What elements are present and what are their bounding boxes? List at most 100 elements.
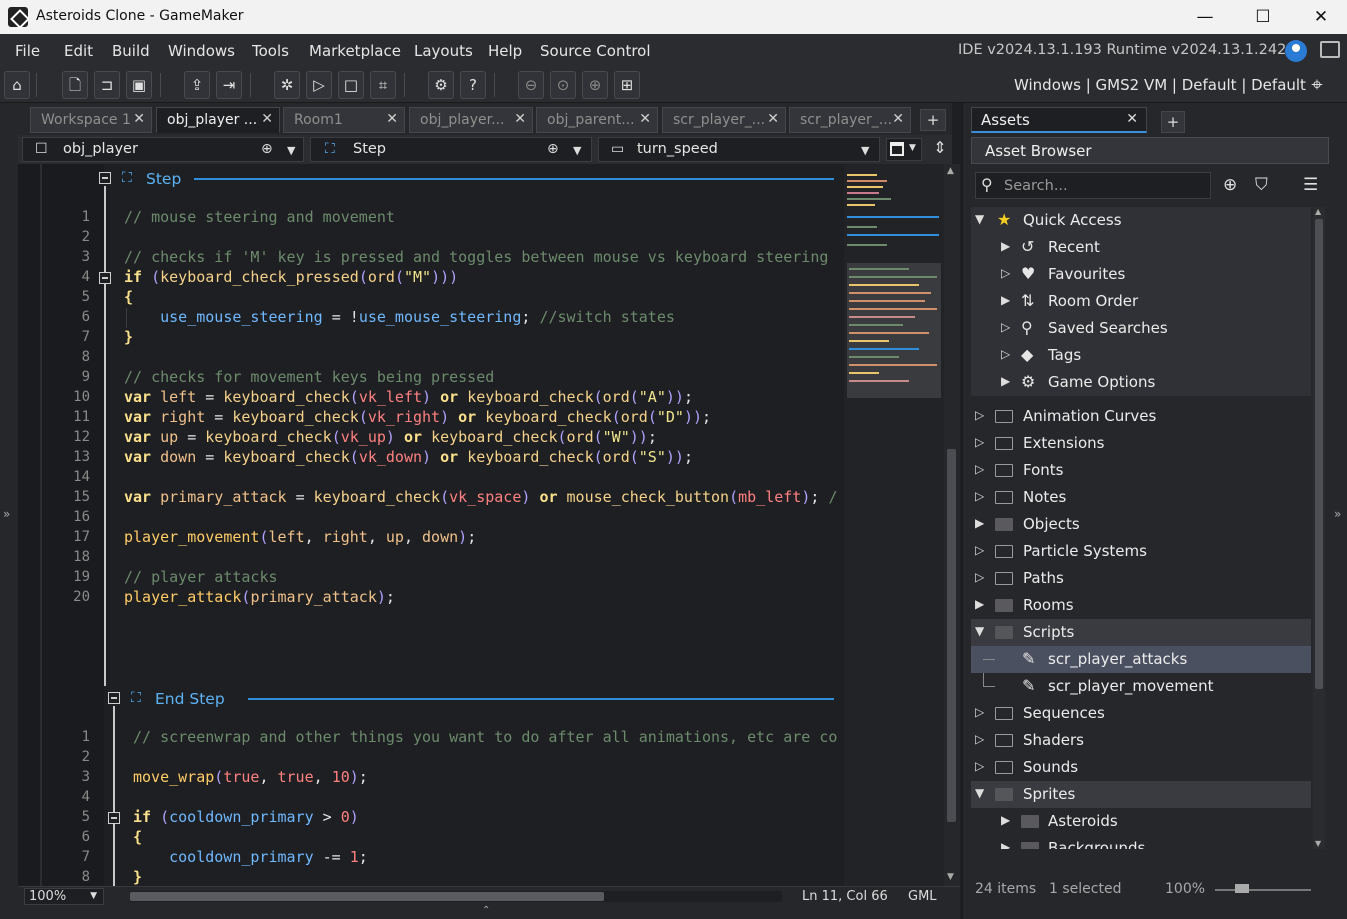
chevron-right-icon[interactable]: ▶ bbox=[1001, 813, 1010, 827]
tab-room1[interactable]: Room1 ✕ bbox=[283, 107, 405, 133]
menu-source-control[interactable]: Source Control bbox=[540, 42, 651, 60]
add-tab-button[interactable]: + bbox=[920, 109, 946, 131]
tab-workspace[interactable]: Workspace 1 ✕ bbox=[30, 107, 152, 133]
zoom-out-icon[interactable]: ⊖ bbox=[518, 71, 544, 99]
object-selector[interactable]: ☐ obj_player ⊕ ▼ bbox=[22, 137, 304, 162]
tree-item-favourites[interactable]: ▷ ♥ Favourites bbox=[971, 261, 1311, 288]
menu-windows[interactable]: Windows bbox=[168, 42, 235, 60]
menu-marketplace[interactable]: Marketplace bbox=[309, 42, 401, 60]
new-file-icon[interactable]: 🗋 bbox=[62, 71, 88, 99]
tree-item-shaders[interactable]: ▷ Shaders bbox=[971, 727, 1311, 754]
code-editor[interactable]: ⛶ Step 1 2 3 4 5 6 7 8 9 10 11 12 13 14 … bbox=[18, 164, 844, 886]
zoom-in-icon[interactable]: ⊕ bbox=[582, 71, 608, 99]
zoom-dropdown[interactable]: 100% ▼ bbox=[24, 888, 104, 905]
fold-toggle-icon[interactable] bbox=[99, 172, 111, 184]
close-icon[interactable]: ✕ bbox=[892, 111, 904, 127]
tree-item-quick-access[interactable]: ▼ ★ Quick Access bbox=[971, 207, 1311, 234]
filter-icon[interactable]: ⛉ bbox=[1255, 175, 1268, 195]
chevron-right-icon[interactable]: ▶ bbox=[1001, 239, 1010, 253]
play-icon[interactable]: ▷ bbox=[306, 71, 332, 99]
chevron-right-icon[interactable]: ▷ bbox=[1001, 266, 1010, 280]
menu-layouts[interactable]: Layouts bbox=[414, 42, 473, 60]
chevron-right-icon[interactable]: ▷ bbox=[975, 489, 984, 503]
tree-item-scripts[interactable]: ▼ Scripts bbox=[971, 619, 1311, 646]
menu-icon[interactable]: ☰ bbox=[1303, 175, 1318, 195]
scrollbar-thumb[interactable] bbox=[947, 449, 956, 822]
end-step-event-header[interactable]: End Step bbox=[155, 690, 225, 708]
chevron-right-icon[interactable]: ▷ bbox=[975, 570, 984, 584]
target-icon[interactable]: ⌖ bbox=[1304, 71, 1330, 99]
tree-item-backgrounds[interactable]: ▶ Backgrounds bbox=[971, 835, 1311, 849]
tab-scr-player-2[interactable]: scr_player_... ✕ bbox=[789, 107, 911, 133]
chevron-right-icon[interactable]: ▶ bbox=[975, 516, 984, 530]
menu-edit[interactable]: Edit bbox=[64, 42, 93, 60]
close-icon[interactable]: ✕ bbox=[133, 111, 145, 127]
menu-build[interactable]: Build bbox=[112, 42, 150, 60]
zoom-slider-handle[interactable] bbox=[1235, 884, 1249, 893]
expand-bottom-icon[interactable]: ⌃ bbox=[482, 905, 490, 916]
chevron-right-icon[interactable]: ▷ bbox=[1001, 347, 1010, 361]
scrollbar-thumb[interactable] bbox=[130, 892, 604, 901]
asset-tree-scrollbar[interactable]: ▲ ▼ bbox=[1313, 207, 1325, 849]
step-event-header[interactable]: Step bbox=[146, 170, 181, 188]
chevron-right-icon[interactable]: ▷ bbox=[975, 732, 984, 746]
chevron-right-icon[interactable]: ▷ bbox=[975, 705, 984, 719]
tree-item-extensions[interactable]: ▷ Extensions bbox=[971, 430, 1311, 457]
menu-help[interactable]: Help bbox=[488, 42, 522, 60]
tab-assets[interactable]: Assets ✕ bbox=[971, 107, 1147, 133]
expand-right-icon[interactable]: » bbox=[1334, 507, 1341, 521]
tree-item-objects[interactable]: ▶ Objects bbox=[971, 511, 1311, 538]
fold-toggle-icon[interactable] bbox=[108, 692, 120, 704]
tree-item-saved-searches[interactable]: ▷ ⚲ Saved Searches bbox=[971, 315, 1311, 342]
split-editor-icon[interactable]: ⇕ bbox=[930, 138, 950, 161]
scroll-down-icon[interactable]: ▼ bbox=[947, 872, 954, 882]
close-icon[interactable]: ✕ bbox=[514, 111, 526, 127]
tab-obj-player-2[interactable]: obj_player... ✕ bbox=[409, 107, 533, 133]
left-dock-strip[interactable]: » bbox=[0, 103, 18, 919]
help-icon[interactable]: ? bbox=[460, 71, 486, 99]
maximize-button[interactable]: ☐ bbox=[1234, 0, 1292, 34]
chevron-down-icon[interactable]: ▼ bbox=[975, 624, 984, 638]
chevron-down-icon[interactable]: ▼ bbox=[975, 212, 984, 226]
tree-item-rooms[interactable]: ▶ Rooms bbox=[971, 592, 1311, 619]
debug-icon[interactable]: ✲ bbox=[274, 71, 300, 99]
fold-toggle-icon[interactable] bbox=[99, 272, 111, 284]
chat-icon[interactable] bbox=[1320, 41, 1340, 58]
close-icon[interactable]: ✕ bbox=[261, 111, 273, 127]
open-folder-icon[interactable]: ⊐ bbox=[94, 71, 120, 99]
scroll-up-icon[interactable]: ▲ bbox=[1315, 207, 1321, 216]
gear-icon[interactable]: ⚙ bbox=[428, 71, 454, 99]
tree-item-recent[interactable]: ▶ ↺ Recent bbox=[971, 234, 1311, 261]
tab-obj-parent[interactable]: obj_parent... ✕ bbox=[536, 107, 658, 133]
create-executable-icon[interactable]: ⇪ bbox=[184, 71, 210, 99]
close-icon[interactable]: ✕ bbox=[386, 111, 398, 127]
chevron-right-icon[interactable]: ▷ bbox=[975, 543, 984, 557]
chevron-right-icon[interactable]: ▶ bbox=[1001, 840, 1010, 849]
horizontal-scrollbar[interactable] bbox=[130, 891, 782, 902]
tree-item-fonts[interactable]: ▷ Fonts bbox=[971, 457, 1311, 484]
close-icon[interactable]: ✕ bbox=[639, 111, 651, 127]
chevron-down-icon[interactable]: ▼ bbox=[287, 144, 295, 157]
chevron-right-icon[interactable]: ▶ bbox=[1001, 374, 1010, 388]
zoom-reset-icon[interactable]: ⊙ bbox=[550, 71, 576, 99]
chevron-down-icon[interactable]: ▼ bbox=[861, 144, 869, 157]
scroll-up-icon[interactable]: ▲ bbox=[947, 166, 954, 176]
code-minimap[interactable] bbox=[844, 164, 944, 886]
tree-item-sequences[interactable]: ▷ Sequences bbox=[971, 700, 1311, 727]
tree-item-animation-curves[interactable]: ▷ Animation Curves bbox=[971, 403, 1311, 430]
chevron-right-icon[interactable]: ▶ bbox=[1001, 293, 1010, 307]
tree-item-particle-systems[interactable]: ▷ Particle Systems bbox=[971, 538, 1311, 565]
chevron-right-icon[interactable]: ▷ bbox=[1001, 320, 1010, 334]
scrollbar-thumb[interactable] bbox=[1315, 219, 1323, 689]
tab-scr-player-1[interactable]: scr_player_... ✕ bbox=[662, 107, 786, 133]
tree-item-sounds[interactable]: ▷ Sounds bbox=[971, 754, 1311, 781]
save-icon[interactable]: ▣ bbox=[126, 71, 152, 99]
close-button[interactable]: ✕ bbox=[1292, 0, 1347, 34]
add-event-icon[interactable]: ⊕ bbox=[547, 141, 559, 157]
tree-item-tags[interactable]: ▷ ◆ Tags bbox=[971, 342, 1311, 369]
tree-item-scr-player-movement[interactable]: ✎ scr_player_movement bbox=[971, 673, 1311, 700]
right-dock-strip[interactable]: » bbox=[1329, 103, 1347, 919]
fold-toggle-icon[interactable] bbox=[108, 812, 120, 824]
expand-left-icon[interactable]: » bbox=[3, 507, 10, 521]
tree-item-asteroids[interactable]: ▶ Asteroids bbox=[971, 808, 1311, 835]
